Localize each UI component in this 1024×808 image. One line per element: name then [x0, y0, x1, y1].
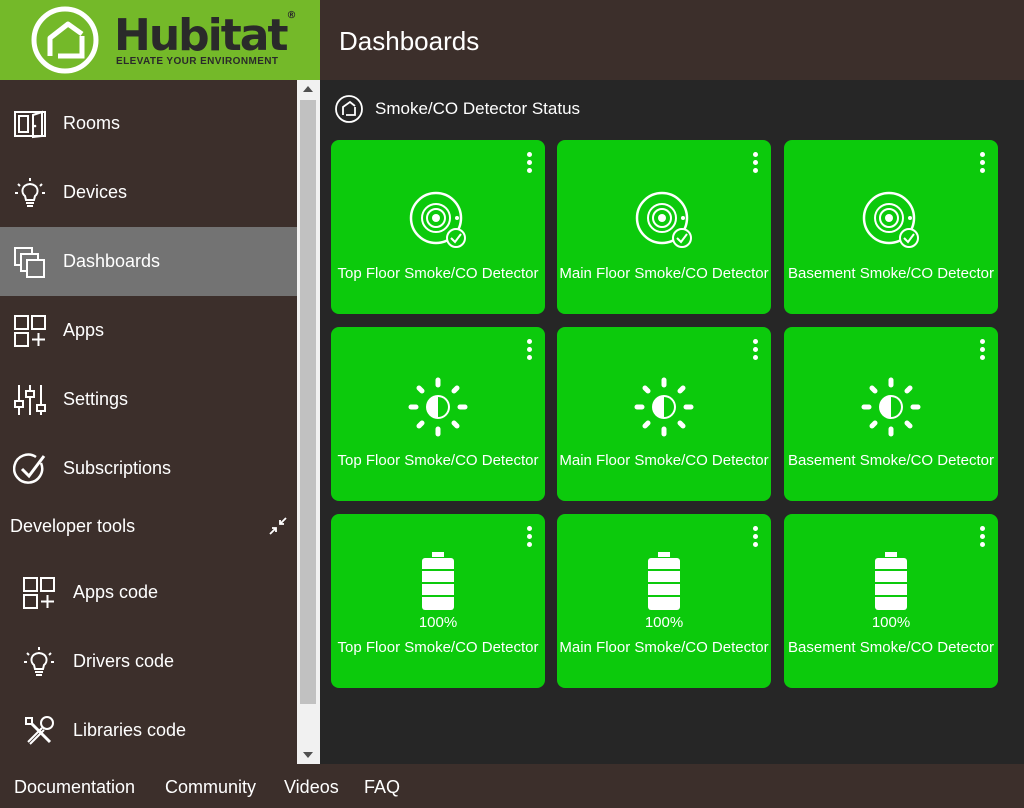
tile-label: Main Floor Smoke/CO Detector — [559, 265, 769, 282]
dashboard-title: Smoke/CO Detector Status — [334, 94, 580, 124]
scroll-down-arrow-icon[interactable] — [303, 752, 313, 758]
sidebar-item-label: Subscriptions — [63, 458, 172, 478]
tile-menu-icon[interactable] — [977, 152, 987, 176]
sidebar-item-apps-code[interactable]: Apps code — [0, 558, 297, 627]
footer-link-faq[interactable]: FAQ — [364, 777, 400, 798]
sidebar: Rooms Devices Dashboards Apps Settings S… — [0, 80, 297, 764]
footer-link-videos[interactable]: Videos — [284, 777, 339, 798]
tile-menu-icon[interactable] — [750, 339, 760, 363]
tile-label: Main Floor Smoke/CO Detector — [559, 452, 769, 469]
battery-level: 100% — [418, 614, 458, 631]
tile-label: Basement Smoke/CO Detector — [788, 639, 994, 656]
tile-menu-icon[interactable] — [524, 152, 534, 176]
apps-grid-icon — [14, 314, 46, 347]
sidebar-item-drivers-code[interactable]: Drivers code — [0, 627, 297, 696]
tile-battery-top-floor[interactable]: 100% Top Floor Smoke/CO Detector — [331, 514, 545, 688]
tile-menu-icon[interactable] — [977, 339, 987, 363]
sidebar-item-subscriptions[interactable]: Subscriptions — [0, 434, 297, 503]
tamper-sun-icon — [331, 377, 545, 437]
tile-menu-icon[interactable] — [750, 152, 760, 176]
sidebar-item-devices[interactable]: Devices — [0, 158, 297, 227]
tile-battery-basement[interactable]: 100% Basement Smoke/CO Detector — [784, 514, 998, 688]
sidebar-item-label: Drivers code — [73, 651, 175, 671]
sidebar-scrollbar[interactable] — [297, 80, 320, 764]
developer-tools-header[interactable]: Developer tools — [0, 506, 297, 546]
tile-smoke-top-floor[interactable]: Top Floor Smoke/CO Detector — [331, 140, 545, 314]
scrollbar-thumb[interactable] — [300, 100, 316, 704]
battery-level: 100% — [871, 614, 911, 631]
dashboard-title-text: Smoke/CO Detector Status — [375, 99, 581, 118]
battery-level: 100% — [644, 614, 684, 631]
rooms-icon — [14, 110, 46, 138]
page-title: Dashboards — [339, 26, 480, 56]
tile-smoke-main-floor[interactable]: Main Floor Smoke/CO Detector — [557, 140, 771, 314]
tile-label: Top Floor Smoke/CO Detector — [337, 265, 539, 282]
developer-tools-label: Developer tools — [10, 516, 136, 536]
tile-smoke-basement[interactable]: Basement Smoke/CO Detector — [784, 140, 998, 314]
tile-tamper-main-floor[interactable]: Main Floor Smoke/CO Detector — [557, 327, 771, 501]
apps-grid-icon — [23, 576, 55, 609]
tools-icon — [25, 715, 54, 745]
sidebar-item-label: Dashboards — [63, 251, 161, 271]
hubitat-house-icon — [335, 95, 363, 123]
sidebar-item-libraries-code[interactable]: Libraries code — [0, 696, 297, 764]
collapse-arrows-icon[interactable] — [268, 516, 288, 536]
smoke-detector-clear-icon — [784, 190, 998, 250]
sidebar-item-rooms[interactable]: Rooms — [0, 89, 297, 158]
tile-menu-icon[interactable] — [524, 339, 534, 363]
sidebar-item-label: Apps code — [73, 582, 159, 602]
scroll-up-arrow-icon[interactable] — [303, 86, 313, 92]
sidebar-item-dashboards[interactable]: Dashboards — [0, 227, 297, 296]
page-header: Dashboards — [320, 0, 1024, 80]
battery-full-icon — [557, 552, 771, 610]
sidebar-item-settings[interactable]: Settings — [0, 365, 297, 434]
tamper-sun-icon — [557, 377, 771, 437]
check-circle-icon — [13, 452, 46, 484]
tile-label: Basement Smoke/CO Detector — [788, 265, 994, 282]
tile-menu-icon[interactable] — [524, 526, 534, 550]
brand-logo[interactable]: Hubitat® ELEVATE YOUR ENVIRONMENT — [0, 0, 320, 80]
tile-label: Top Floor Smoke/CO Detector — [337, 452, 539, 469]
tile-battery-main-floor[interactable]: 100% Main Floor Smoke/CO Detector — [557, 514, 771, 688]
tile-label: Top Floor Smoke/CO Detector — [337, 639, 539, 656]
sidebar-item-apps[interactable]: Apps — [0, 296, 297, 365]
sidebar-item-label: Settings — [63, 389, 129, 409]
tile-tamper-basement[interactable]: Basement Smoke/CO Detector — [784, 327, 998, 501]
battery-full-icon — [331, 552, 545, 610]
sliders-icon — [14, 384, 46, 415]
app-root: Hubitat® ELEVATE YOUR ENVIRONMENT Dashbo… — [0, 0, 1024, 808]
sidebar-item-label: Libraries code — [73, 720, 187, 740]
lightbulb-icon — [24, 646, 54, 676]
sidebar-item-label: Apps — [63, 320, 105, 340]
dashboards-icon — [14, 246, 45, 278]
hubitat-house-icon — [31, 6, 99, 74]
smoke-detector-clear-icon — [557, 190, 771, 250]
footer: Documentation Community Videos FAQ — [0, 764, 1024, 808]
sidebar-item-label: Devices — [63, 182, 128, 202]
sidebar-item-label: Rooms — [63, 113, 121, 133]
tile-tamper-top-floor[interactable]: Top Floor Smoke/CO Detector — [331, 327, 545, 501]
footer-link-documentation[interactable]: Documentation — [14, 777, 135, 798]
brand-name: Hubitat® — [114, 10, 297, 61]
battery-full-icon — [784, 552, 998, 610]
brand-tagline: ELEVATE YOUR ENVIRONMENT — [116, 56, 279, 67]
footer-link-community[interactable]: Community — [165, 777, 256, 798]
tile-label: Main Floor Smoke/CO Detector — [559, 639, 769, 656]
smoke-detector-clear-icon — [331, 190, 545, 250]
tile-menu-icon[interactable] — [750, 526, 760, 550]
lightbulb-icon — [15, 177, 45, 207]
tamper-sun-icon — [784, 377, 998, 437]
tile-label: Basement Smoke/CO Detector — [788, 452, 994, 469]
tile-menu-icon[interactable] — [977, 526, 987, 550]
dashboard-area: Smoke/CO Detector Status Top Floor Smoke… — [320, 80, 1024, 764]
